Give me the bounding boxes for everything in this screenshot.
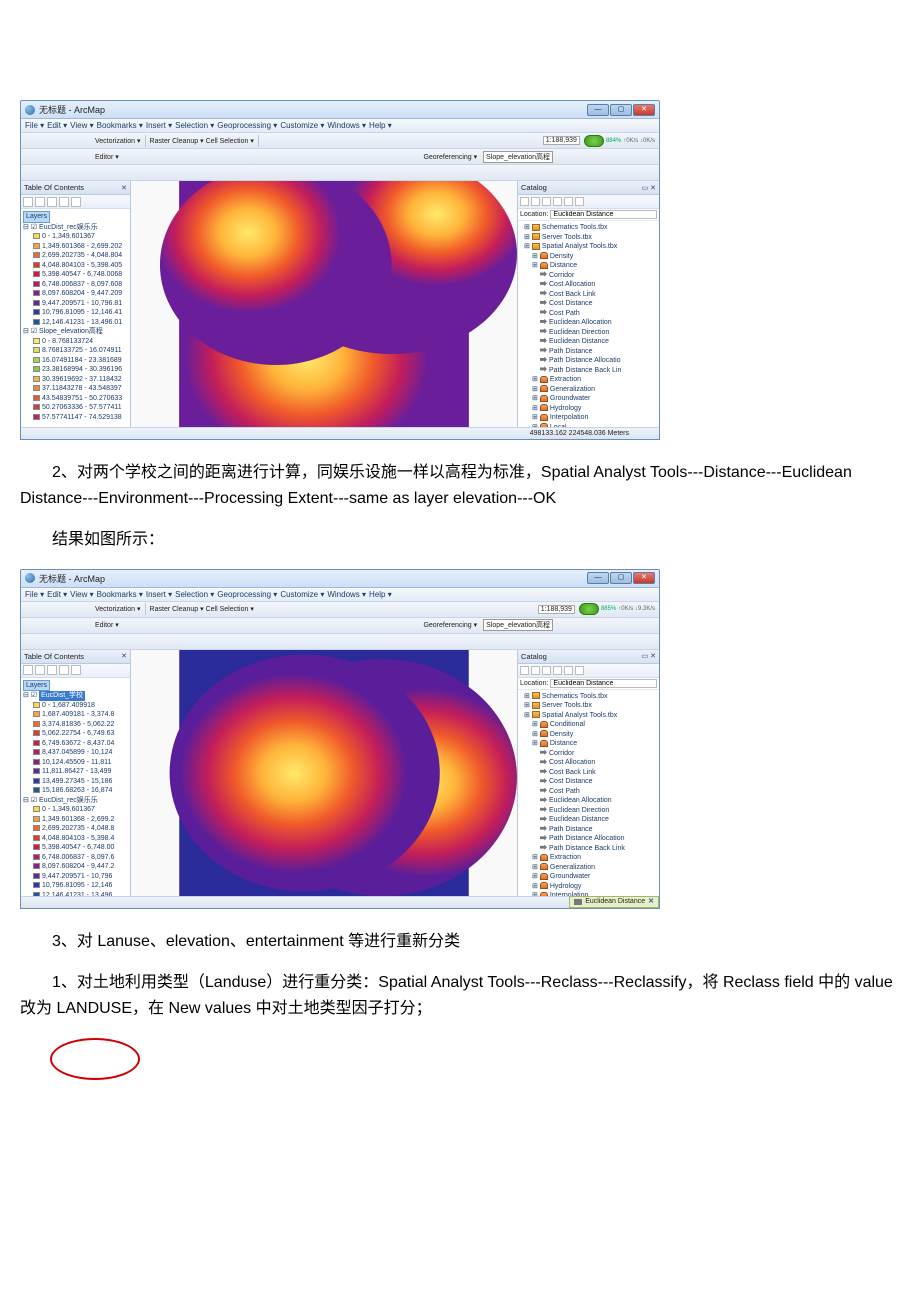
catalog-toolbar (518, 195, 659, 209)
catalog-header: Catalog ▭ ✕ (518, 181, 659, 195)
menu-bookmarks[interactable]: Bookmarks ▾ (97, 121, 143, 130)
arcmap-window-1: 无标题 - ArcMap — ▢ ✕ File ▾ Edit ▾ View ▾ … (20, 100, 660, 440)
body-text-2: 结果如图所示： (20, 527, 900, 553)
toolbar-row-3 (21, 165, 659, 181)
statusbar (21, 896, 659, 908)
menu-geoprocessing[interactable]: Geoprocessing ▾ (217, 121, 277, 130)
menu-bookmarks[interactable]: Bookmarks ▾ (97, 590, 143, 599)
catalog-panel: Catalog▭ ✕ Location: ⊞Schematics Tools.t… (517, 650, 659, 896)
body-text-1: 2、对两个学校之间的距离进行计算，同娱乐设施一样以高程为标准，Spatial A… (20, 460, 900, 511)
georef-label[interactable]: Georeferencing ▾ (423, 621, 477, 629)
status-gauge-icon (584, 135, 604, 147)
toc-header: Table Of Contents ✕ (21, 181, 130, 195)
toc-tree[interactable]: Layers⊟ ☑ EucDist_学校0 - 1,687.4099181,68… (21, 678, 130, 896)
close-button[interactable]: ✕ (633, 104, 655, 116)
toc-tree[interactable]: Layers⊟ ☑ EucDist_rec娱乐乐0 - 1,349.601367… (21, 209, 130, 427)
gauge-value: 884% (606, 138, 621, 144)
toc-btn[interactable] (59, 197, 69, 207)
toc-close-icon[interactable]: ✕ (121, 652, 127, 660)
maximize-button[interactable]: ▢ (610, 104, 632, 116)
menu-customize[interactable]: Customize ▾ (280, 121, 324, 130)
menu-edit[interactable]: Edit ▾ (47, 590, 67, 599)
cat-btn[interactable] (575, 197, 584, 206)
toc-panel: Table Of Contents ✕ Layers⊟ ☑ EucDist_学校… (21, 650, 131, 896)
toolbar-row-2: Editor ▾ Georeferencing ▾ Slope_elevatio… (21, 618, 659, 634)
catalog-location-input[interactable] (550, 210, 657, 219)
menu-view[interactable]: View ▾ (70, 121, 93, 130)
georef-layer[interactable]: Slope_elevation高程 (483, 151, 553, 163)
menu-edit[interactable]: Edit ▾ (47, 121, 67, 130)
arcmap-window-2: 无标题 - ArcMap — ▢ ✕ File ▾ Edit ▾ View ▾ … (20, 569, 660, 909)
raster-cleanup-menu[interactable]: Raster Cleanup ▾ Cell Selection ▾ (150, 605, 254, 613)
toolbar-row-2: Editor ▾ Georeferencing ▾ Slope_elevatio… (21, 149, 659, 165)
status-gauge-icon (579, 603, 599, 615)
menu-windows[interactable]: Windows ▾ (327, 590, 366, 599)
toolbar-row-1: Vectorization ▾ Raster Cleanup ▾ Cell Se… (21, 133, 659, 149)
menu-help[interactable]: Help ▾ (369, 590, 392, 599)
cat-btn[interactable] (520, 197, 529, 206)
toc-panel: Table Of Contents ✕ Layers⊟ ☑ EucDist_re… (21, 181, 131, 427)
titlebar: 无标题 - ArcMap — ▢ ✕ (21, 570, 659, 588)
red-oval-annotation (50, 1038, 140, 1080)
menu-customize[interactable]: Customize ▾ (280, 590, 324, 599)
georef-layer[interactable]: Slope_elevation高程 (483, 619, 553, 631)
arcmap-icon (25, 573, 35, 583)
close-button[interactable]: ✕ (633, 572, 655, 584)
menu-windows[interactable]: Windows ▾ (327, 121, 366, 130)
toc-close-icon[interactable]: ✕ (121, 184, 127, 192)
cat-btn[interactable] (564, 197, 573, 206)
toolbar-row-1: Vectorization ▾ Raster Cleanup ▾ Cell Se… (21, 602, 659, 618)
editor-menu[interactable]: Editor ▾ (95, 621, 119, 629)
vectorization-menu[interactable]: Vectorization ▾ (95, 137, 141, 145)
statusbar: 498133.162 224548.036 Meters (21, 427, 659, 439)
raster-cleanup-menu[interactable]: Raster Cleanup ▾ Cell Selection ▾ (150, 137, 254, 145)
catalog-pin-icon[interactable]: ▭ ✕ (642, 184, 656, 192)
toc-btnbar (21, 195, 130, 209)
menubar: File ▾ Edit ▾ View ▾ Bookmarks ▾ Insert … (21, 588, 659, 602)
toc-btn[interactable] (47, 197, 57, 207)
catalog-location-row: Location: (518, 209, 659, 221)
gauge-value: 885% (601, 606, 616, 612)
arcmap-icon (25, 105, 35, 115)
georef-label[interactable]: Georeferencing ▾ (423, 153, 477, 161)
cat-btn[interactable] (542, 197, 551, 206)
menu-insert[interactable]: Insert ▾ (146, 590, 172, 599)
body-text-4: 1、对土地利用类型（Landuse）进行重分类：Spatial Analyst … (20, 970, 900, 1021)
map-view[interactable] (131, 650, 517, 896)
minimize-button[interactable]: — (587, 572, 609, 584)
menu-selection[interactable]: Selection ▾ (175, 590, 214, 599)
menu-geoprocessing[interactable]: Geoprocessing ▾ (217, 590, 277, 599)
catalog-tree[interactable]: ⊞Schematics Tools.tbx⊞Server Tools.tbx⊞S… (518, 221, 659, 427)
scale-input[interactable]: 1:188,939 (538, 605, 575, 614)
coords-text: 498133.162 224548.036 Meters (530, 430, 629, 437)
window-title: 无标题 - ArcMap (39, 572, 587, 585)
menu-file[interactable]: File ▾ (25, 590, 44, 599)
toc-btn[interactable] (23, 197, 33, 207)
cat-btn[interactable] (553, 197, 562, 206)
menu-selection[interactable]: Selection ▾ (175, 121, 214, 130)
menu-file[interactable]: File ▾ (25, 121, 44, 130)
maximize-button[interactable]: ▢ (610, 572, 632, 584)
menu-view[interactable]: View ▾ (70, 590, 93, 599)
minimize-button[interactable]: — (587, 104, 609, 116)
catalog-panel: Catalog ▭ ✕ Location: ⊞Schematics Tools.… (517, 181, 659, 427)
menu-insert[interactable]: Insert ▾ (146, 121, 172, 130)
titlebar: 无标题 - ArcMap — ▢ ✕ (21, 101, 659, 119)
toolbar-row-3 (21, 634, 659, 650)
window-title: 无标题 - ArcMap (39, 103, 587, 116)
scale-input[interactable]: 1:188,939 (543, 136, 580, 145)
toc-btn[interactable] (71, 197, 81, 207)
menu-help[interactable]: Help ▾ (369, 121, 392, 130)
cat-btn[interactable] (531, 197, 540, 206)
catalog-location-input[interactable] (550, 679, 657, 688)
editor-menu[interactable]: Editor ▾ (95, 153, 119, 161)
catalog-tree[interactable]: ⊞Schematics Tools.tbx⊞Server Tools.tbx⊞S… (518, 690, 659, 896)
vectorization-menu[interactable]: Vectorization ▾ (95, 605, 141, 613)
map-view[interactable] (131, 181, 517, 427)
body-text-3: 3、对 Lanuse、elevation、entertainment 等进行重新… (20, 929, 900, 955)
menubar: File ▾ Edit ▾ View ▾ Bookmarks ▾ Insert … (21, 119, 659, 133)
toc-header: Table Of Contents ✕ (21, 650, 130, 664)
toc-btn[interactable] (35, 197, 45, 207)
